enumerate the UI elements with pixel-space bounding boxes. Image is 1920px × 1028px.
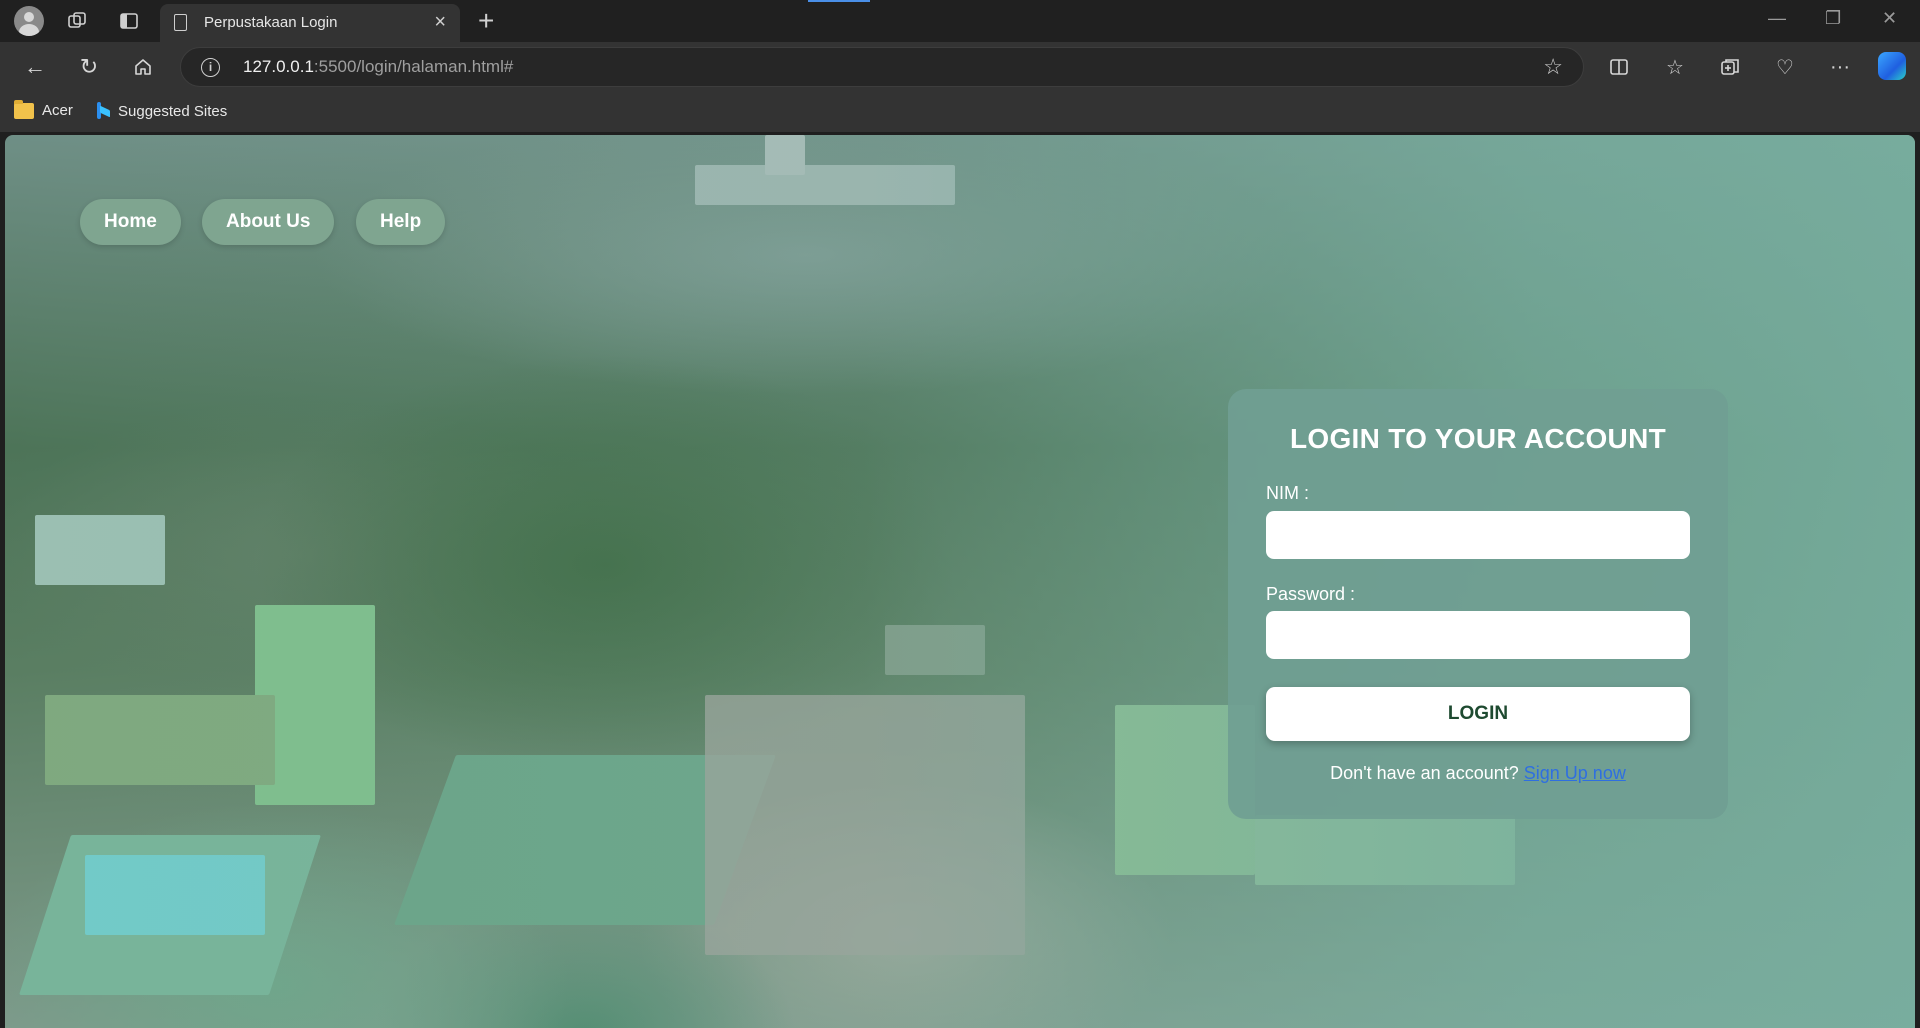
bookmarks-bar: Acer Suggested Sites: [0, 92, 1920, 132]
bookmark-acer[interactable]: Acer: [14, 99, 73, 119]
split-screen-icon[interactable]: [1604, 52, 1634, 82]
nim-input[interactable]: [1266, 511, 1690, 559]
nim-label: NIM :: [1266, 483, 1309, 503]
reload-icon[interactable]: ↻: [74, 52, 104, 82]
folder-icon: [14, 99, 34, 119]
new-tab-icon[interactable]: +: [478, 5, 494, 37]
browser-essentials-icon[interactable]: ♡: [1770, 52, 1800, 82]
login-card: LOGIN TO YOUR ACCOUNT NIM : Password : L…: [1228, 389, 1728, 819]
login-title: LOGIN TO YOUR ACCOUNT: [1289, 423, 1666, 454]
signup-row: Don't have an account? Sign Up now: [1228, 763, 1728, 784]
home-icon[interactable]: [128, 52, 158, 82]
bookmark-label: Suggested Sites: [118, 102, 228, 120]
favorites-icon[interactable]: ☆: [1660, 52, 1690, 82]
more-options-icon[interactable]: ···: [1825, 52, 1855, 82]
page-viewport: Home About Us Help LOGIN TO YOUR ACCOUNT…: [5, 135, 1915, 1028]
password-input[interactable]: [1266, 611, 1690, 659]
bookmark-label: Acer: [42, 102, 73, 119]
address-bar[interactable]: i 127.0.0.1:5500/login/halaman.html# ☆: [180, 47, 1584, 87]
close-window-icon[interactable]: ✕: [1882, 8, 1897, 29]
favorite-star-icon[interactable]: ☆: [1543, 54, 1563, 80]
signup-prompt: Don't have an account?: [1330, 763, 1519, 783]
copilot-icon[interactable]: [1878, 52, 1906, 80]
nav-about-us-button[interactable]: About Us: [202, 199, 335, 245]
bookmark-suggested-sites[interactable]: Suggested Sites: [96, 102, 227, 120]
tab-title: Perpustakaan Login: [204, 14, 338, 31]
nav-home-button[interactable]: Home: [80, 199, 181, 245]
url-text[interactable]: 127.0.0.1:5500/login/halaman.html#: [243, 57, 513, 77]
back-icon[interactable]: ←: [20, 52, 50, 82]
bing-icon: [96, 102, 110, 120]
profile-avatar-icon[interactable]: [14, 6, 44, 36]
browser-toolbar: ← ↻ i 127.0.0.1:5500/login/halaman.html#…: [0, 42, 1920, 92]
vertical-tabs-icon[interactable]: [116, 8, 142, 34]
site-info-icon[interactable]: i: [201, 58, 220, 77]
login-button[interactable]: LOGIN: [1266, 687, 1690, 741]
restore-icon[interactable]: ❐: [1825, 8, 1841, 29]
password-label: Password :: [1266, 584, 1356, 604]
minimize-icon[interactable]: —: [1768, 8, 1786, 29]
workspaces-icon[interactable]: [64, 8, 90, 34]
tab-strip-indicator: [808, 0, 870, 2]
title-bar: Perpustakaan Login × + — ❐ ✕: [0, 0, 1920, 42]
page-icon: [174, 14, 187, 31]
nav-help-button[interactable]: Help: [356, 199, 446, 245]
signup-link[interactable]: Sign Up now: [1524, 763, 1626, 783]
close-tab-icon[interactable]: ×: [434, 11, 446, 34]
collections-icon[interactable]: [1715, 52, 1745, 82]
active-tab[interactable]: Perpustakaan Login ×: [160, 4, 460, 42]
